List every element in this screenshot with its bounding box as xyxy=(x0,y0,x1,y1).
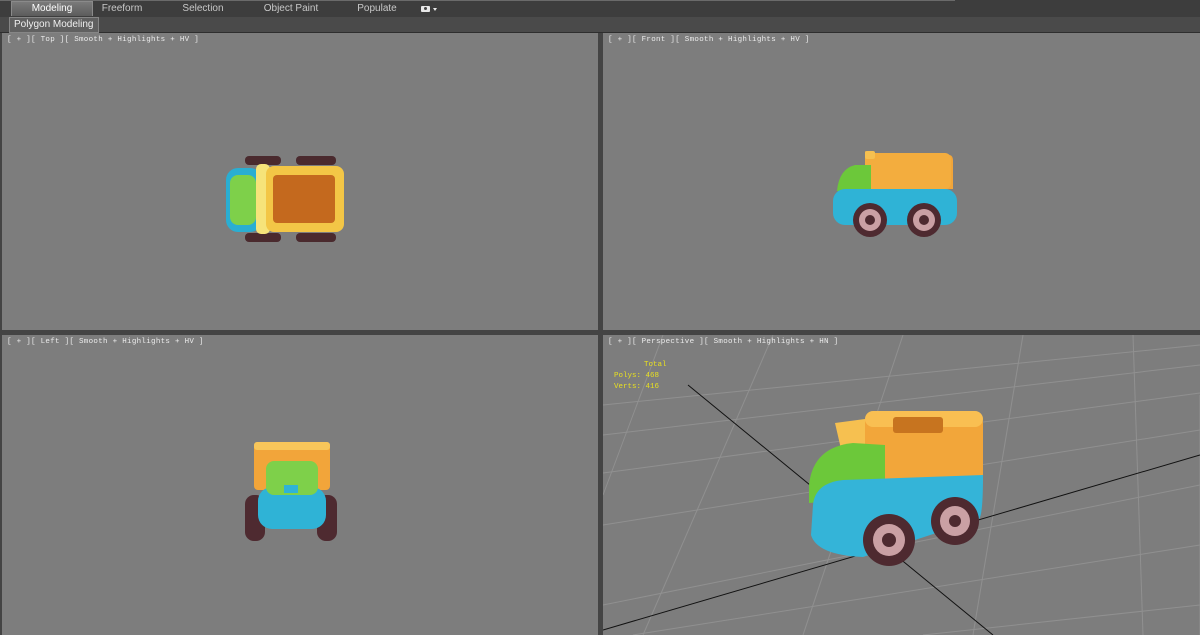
ribbon-border xyxy=(0,0,955,1)
tab-modeling[interactable]: Modeling xyxy=(11,1,93,16)
viewport-left[interactable]: [ + ][ Left ][ Smooth + Highlights + HV … xyxy=(2,335,598,635)
tab-populate[interactable]: Populate xyxy=(348,2,406,16)
perspective-grid xyxy=(603,335,1200,635)
viewport-perspective[interactable]: [ + ][ Perspective ][ Smooth + Highlight… xyxy=(603,335,1200,635)
tab-object-paint[interactable]: Object Paint xyxy=(256,2,326,16)
tab-selection[interactable]: Selection xyxy=(170,2,236,16)
chevron-down-icon xyxy=(433,7,437,11)
camera-icon xyxy=(421,6,430,12)
stats-polys: Polys: 468 xyxy=(614,372,660,380)
stats-total-label: Total xyxy=(644,361,667,369)
ribbon-tabs: Modeling Freeform Selection Object Paint… xyxy=(0,0,1200,17)
stats-overlay: Total Polys: 468 Verts: 416 xyxy=(614,360,667,393)
tab-freeform[interactable]: Freeform xyxy=(92,2,152,16)
ribbon-options-button[interactable] xyxy=(421,3,441,15)
polygon-modeling-panel[interactable]: Polygon Modeling xyxy=(9,17,99,33)
truck-top-view xyxy=(226,156,344,242)
truck-front-view xyxy=(833,151,957,237)
viewport-perspective-label[interactable]: [ + ][ Perspective ][ Smooth + Highlight… xyxy=(608,338,838,346)
stats-verts: Verts: 416 xyxy=(614,383,660,391)
viewport-top[interactable]: [ + ][ Top ][ Smooth + Highlights + HV ] xyxy=(2,33,598,330)
viewport-front[interactable]: [ + ][ Front ][ Smooth + Highlights + HV… xyxy=(603,33,1200,330)
ribbon-panel-bar: Polygon Modeling xyxy=(0,17,1200,33)
truck-left-view xyxy=(245,442,337,541)
